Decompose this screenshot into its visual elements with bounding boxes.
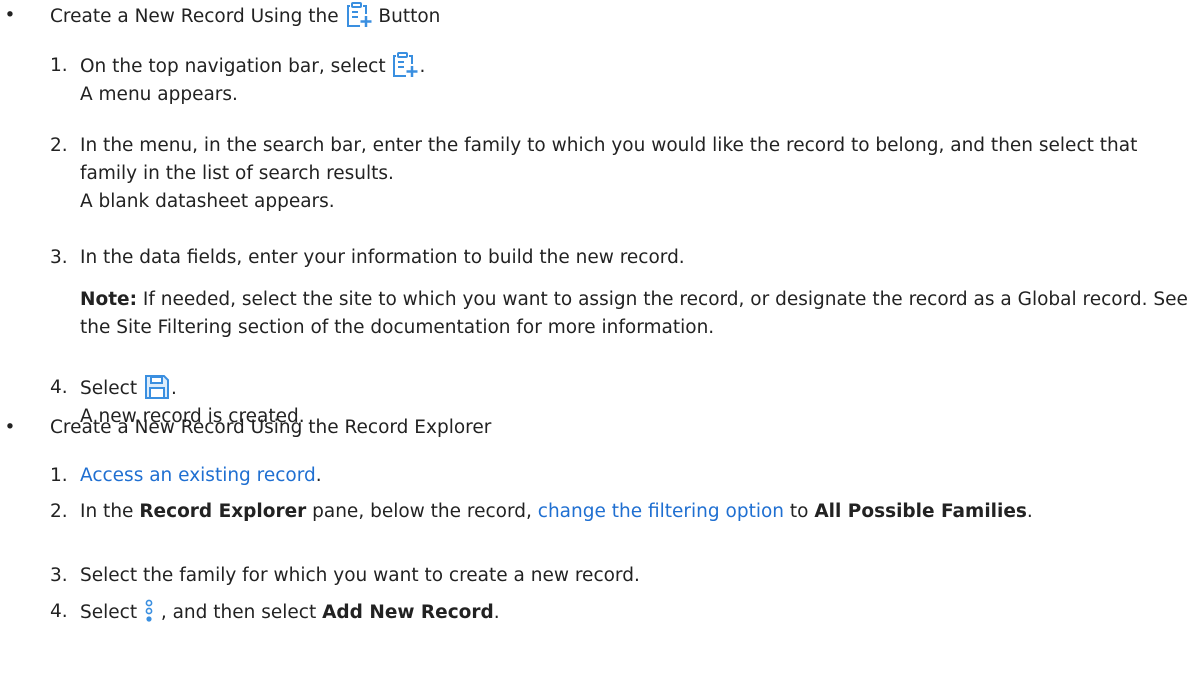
- all-possible-families-label: All Possible Families: [814, 501, 1027, 522]
- step-result: A menu appears.: [80, 84, 238, 105]
- note-text: If needed, select the site to which you …: [80, 289, 1188, 338]
- section-heading: • Create a New Record Using the Record E…: [0, 414, 1197, 444]
- step-1: 1. Access an existing record.: [50, 465, 322, 486]
- step-text: In the menu, in the search bar, enter th…: [80, 135, 1138, 184]
- bullet: •: [4, 417, 16, 438]
- section-record-explorer: • Create a New Record Using the Record E…: [0, 414, 1197, 444]
- step-text: In the data fields, enter your informati…: [80, 247, 685, 268]
- new-record-icon[interactable]: [392, 52, 418, 78]
- section2-steps: 1. Access an existing record. 2. In the …: [0, 462, 1197, 634]
- step-2: 2. In the menu, in the search bar, enter…: [0, 132, 1197, 244]
- save-icon[interactable]: [144, 374, 170, 400]
- add-new-record-label: Add New Record: [322, 602, 494, 623]
- access-existing-record-link[interactable]: Access an existing record: [80, 465, 316, 486]
- section-new-record-button: • Create a New Record Using the Button: [0, 2, 1197, 32]
- vertical-ellipsis-icon[interactable]: [144, 598, 154, 624]
- change-filtering-option-link[interactable]: change the filtering option: [538, 501, 784, 522]
- bullet: •: [4, 5, 16, 26]
- note: Note: If needed, select the site to whic…: [80, 286, 1197, 342]
- step-result: A blank datasheet appears.: [80, 191, 335, 212]
- step-1: 1. On the top navigation bar, select . A…: [0, 52, 1197, 132]
- document: • Create a New Record Using the Button 1…: [0, 0, 1197, 685]
- new-record-icon: [346, 2, 372, 28]
- step-2: 2. In the Record Explorer pane, below th…: [50, 501, 1033, 522]
- step-3: 3. In the data fields, enter your inform…: [0, 244, 1197, 374]
- step-text: Select the family for which you want to …: [80, 565, 640, 586]
- step-4: 4. Select , and then select Add New Reco…: [0, 598, 1197, 634]
- record-explorer-label: Record Explorer: [139, 501, 307, 522]
- section-heading: • Create a New Record Using the Button: [0, 2, 1197, 32]
- section1-steps: 1. On the top navigation bar, select . A…: [0, 52, 1197, 438]
- step-3: 3. Select the family for which you want …: [50, 565, 640, 586]
- note-label: Note:: [80, 289, 137, 310]
